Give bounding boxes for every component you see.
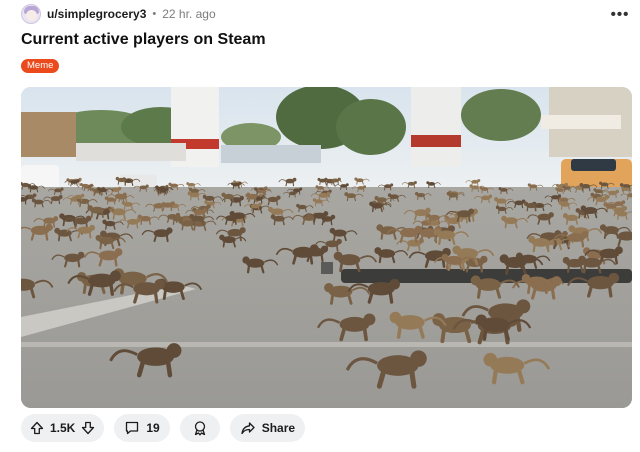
vote-count: 1.5K <box>50 421 76 435</box>
username[interactable]: u/simplegrocery3 <box>47 7 146 21</box>
action-bar: 1.5K 19 Share <box>21 414 306 442</box>
share-label: Share <box>261 421 296 435</box>
comment-icon <box>126 421 139 435</box>
share-button[interactable]: Share <box>229 414 306 442</box>
post-image[interactable] <box>21 87 632 408</box>
upvote-icon[interactable] <box>30 421 44 435</box>
post-title[interactable]: Current active players on Steam <box>21 31 266 49</box>
comments-button[interactable]: 19 <box>114 414 170 442</box>
share-icon <box>241 422 255 435</box>
monkeys-on-road-image <box>21 87 632 408</box>
award-button[interactable] <box>179 414 220 442</box>
timestamp: 22 hr. ago <box>162 7 216 21</box>
comment-count: 19 <box>146 421 160 435</box>
avatar[interactable] <box>21 4 41 24</box>
post-header: u/simplegrocery3 • 22 hr. ago <box>21 4 216 24</box>
flair-badge[interactable]: Meme <box>21 59 60 73</box>
separator-dot: • <box>152 8 157 20</box>
award-icon <box>194 421 205 436</box>
downvote-icon[interactable] <box>81 421 95 435</box>
vote-control: 1.5K <box>21 414 105 442</box>
more-options-button[interactable]: ••• <box>610 4 630 24</box>
